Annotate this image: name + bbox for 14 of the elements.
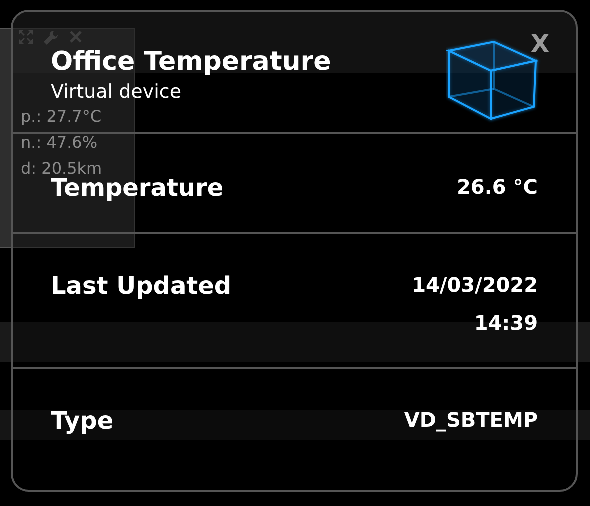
close-button[interactable]: X [531,32,550,56]
close-icon[interactable] [69,30,83,44]
reading-text: p.: 27.7°C [21,108,103,126]
reading-text: n.: 47.6% [21,134,99,152]
row-value: 26.6 °C [457,174,538,201]
dialog-subtitle: Virtual device [51,80,182,104]
row-value: VD_SBTEMP [404,407,538,434]
row-label: Last Updated [51,271,232,302]
row-value: 14:39 [474,310,538,337]
row-label: Type [51,406,114,437]
dialog-title: Office Temperature [51,46,332,78]
expand-icon[interactable] [19,30,33,44]
row-value: 14/03/2022 [412,272,538,299]
wrench-icon[interactable] [43,30,59,46]
